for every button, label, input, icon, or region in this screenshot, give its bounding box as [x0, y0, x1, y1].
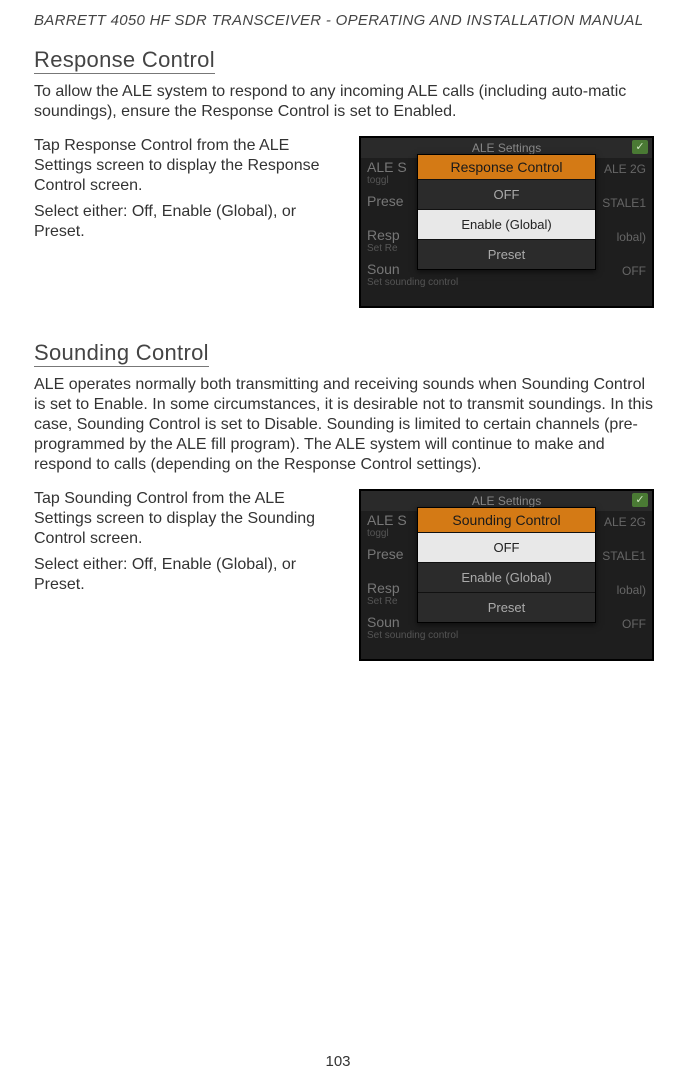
bg-row: Resp Set Re — [367, 581, 415, 607]
bg-row: ALE S toggl — [367, 513, 415, 539]
popup-option-preset[interactable]: Preset — [418, 239, 595, 269]
bg-sub: toggl — [367, 174, 415, 186]
section-sounding-control: Sounding Control ALE operates normally b… — [34, 340, 654, 661]
bg-text: Resp — [367, 581, 400, 596]
bg-row: Resp Set Re — [367, 228, 415, 254]
section-response-control: Response Control To allow the ALE system… — [34, 47, 654, 308]
s2-select: Select either: Off, Enable (Global), or … — [34, 555, 343, 595]
section-title-sounding: Sounding Control — [34, 340, 209, 367]
popup-option-off[interactable]: OFF — [418, 532, 595, 562]
bg-text: ALE S — [367, 513, 407, 528]
check-icon: ✓ — [632, 493, 648, 507]
manual-header: BARRETT 4050 HF SDR TRANSCEIVER - OPERAT… — [34, 12, 654, 29]
bg-row: Prese — [367, 547, 415, 573]
bg-text: Soun — [367, 615, 400, 630]
bg-right: OFF — [622, 264, 646, 278]
screenshot-sounding-control: ALE Settings ✓ ALE S toggl ALE 2G Prese … — [359, 489, 654, 661]
bg-right: lobal) — [617, 583, 646, 597]
bg-text: Resp — [367, 228, 400, 243]
bg-text: Prese — [367, 547, 404, 562]
bg-sub: toggl — [367, 527, 415, 539]
bg-text: Soun — [367, 262, 400, 277]
section-title-response: Response Control — [34, 47, 215, 74]
popup-response-control: Response Control OFF Enable (Global) Pre… — [417, 154, 596, 270]
popup-option-off[interactable]: OFF — [418, 179, 595, 209]
bg-sub: Set Re — [367, 242, 415, 254]
popup-title: Response Control — [418, 155, 595, 179]
section1-instructions: Tap Response Control from the ALE Settin… — [34, 136, 343, 308]
popup-sounding-control: Sounding Control OFF Enable (Global) Pre… — [417, 507, 596, 623]
ss-top-title: ALE Settings — [472, 494, 541, 508]
ss-top-title: ALE Settings — [472, 141, 541, 155]
popup-title: Sounding Control — [418, 508, 595, 532]
bg-right: STALE1 — [602, 549, 646, 563]
s2-tap-prefix: Tap — [34, 490, 64, 507]
bg-right: ALE 2G — [604, 162, 646, 176]
section2-intro: ALE operates normally both transmitting … — [34, 375, 654, 475]
bg-text: Prese — [367, 194, 404, 209]
bg-sub: Set sounding control — [367, 276, 587, 288]
section2-row: Tap Sounding Control from the ALE Settin… — [34, 489, 654, 661]
bg-right: STALE1 — [602, 196, 646, 210]
screenshot-response-control: ALE Settings ✓ ALE S toggl ALE 2G Prese … — [359, 136, 654, 308]
popup-option-preset[interactable]: Preset — [418, 592, 595, 622]
section2-instructions: Tap Sounding Control from the ALE Settin… — [34, 489, 343, 661]
popup-option-enable-global[interactable]: Enable (Global) — [418, 209, 595, 239]
bg-right: OFF — [622, 617, 646, 631]
bg-row: Prese — [367, 194, 415, 220]
popup-option-enable-global[interactable]: Enable (Global) — [418, 562, 595, 592]
s1-tap-prefix: Tap — [34, 137, 64, 154]
section1-row: Tap Response Control from the ALE Settin… — [34, 136, 654, 308]
page-number: 103 — [0, 1053, 676, 1070]
check-icon: ✓ — [632, 140, 648, 154]
s1-tap-item: Response Control — [64, 137, 192, 154]
bg-row: ALE S toggl — [367, 160, 415, 186]
bg-text: ALE S — [367, 160, 407, 175]
bg-sub: Set Re — [367, 595, 415, 607]
section1-intro: To allow the ALE system to respond to an… — [34, 82, 654, 122]
bg-sub: Set sounding control — [367, 629, 587, 641]
s2-tap-item: Sounding Control — [64, 490, 188, 507]
bg-right: lobal) — [617, 230, 646, 244]
s1-select: Select either: Off, Enable (Global), or … — [34, 202, 343, 242]
bg-right: ALE 2G — [604, 515, 646, 529]
